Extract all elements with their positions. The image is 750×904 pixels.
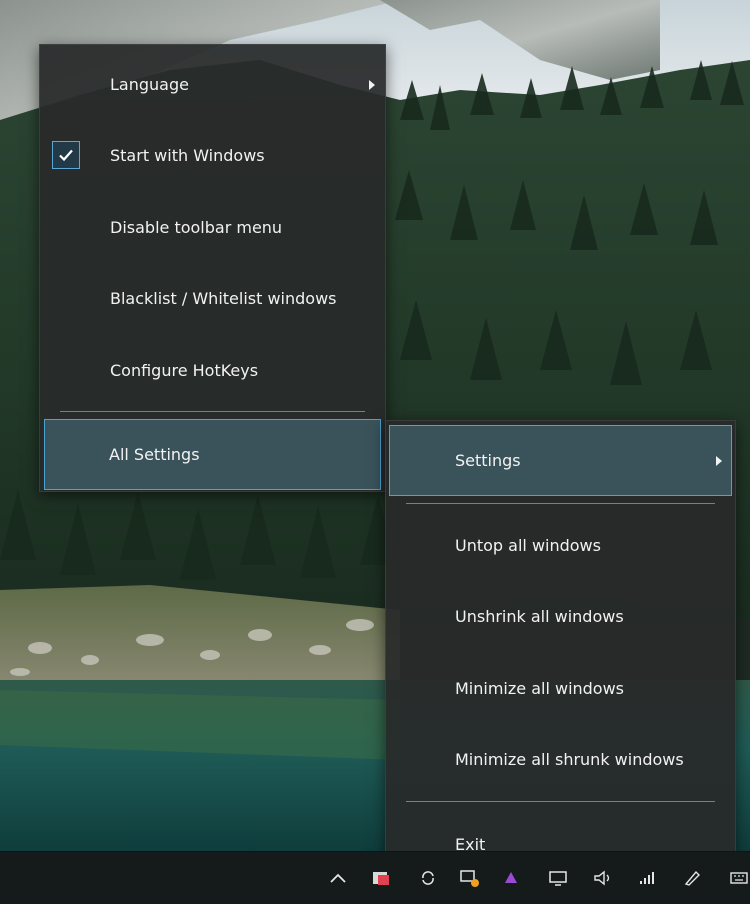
menu-separator [406, 801, 715, 802]
menu-item-label: Language [110, 75, 189, 94]
app-red-icon[interactable] [370, 866, 392, 890]
menu-item-untop-all-windows[interactable]: Untop all windows [386, 510, 735, 581]
menu-item-minimize-all-shrunk-windows[interactable]: Minimize all shrunk windows [386, 724, 735, 795]
menu-item-label: Configure HotKeys [110, 361, 259, 380]
menu-item-blacklist-whitelist[interactable]: Blacklist / Whitelist windows [40, 263, 385, 334]
sync-icon[interactable] [418, 866, 438, 890]
menu-item-label: Untop all windows [455, 536, 601, 555]
menu-item-label: Disable toolbar menu [110, 218, 283, 237]
menu-item-configure-hotkeys[interactable]: Configure HotKeys [40, 335, 385, 406]
tray-context-menu: Settings Untop all windows Unshrink all … [385, 420, 736, 882]
menu-item-settings[interactable]: Settings [389, 425, 732, 496]
submenu-arrow-icon [369, 80, 375, 90]
menu-item-unshrink-all-windows[interactable]: Unshrink all windows [386, 581, 735, 652]
menu-item-start-with-windows[interactable]: Start with Windows [40, 120, 385, 191]
checkmark-icon [52, 141, 80, 169]
submenu-arrow-icon [716, 456, 722, 466]
network-icon[interactable] [636, 866, 660, 890]
vpn-icon[interactable] [500, 866, 522, 890]
menu-item-language[interactable]: Language [40, 49, 385, 120]
tray-settings-menu: Language Start with Windows Disable tool… [39, 44, 386, 492]
menu-item-minimize-all-windows[interactable]: Minimize all windows [386, 653, 735, 724]
menu-item-label: Settings [455, 451, 521, 470]
menu-separator [60, 411, 365, 412]
menu-separator [406, 503, 715, 504]
menu-item-all-settings[interactable]: All Settings [44, 419, 381, 490]
chat-icon[interactable] [458, 866, 482, 890]
chevron-up-icon[interactable] [326, 866, 350, 890]
monitor-icon[interactable] [546, 866, 570, 890]
keyboard-icon[interactable] [728, 866, 750, 890]
menu-item-disable-toolbar-menu[interactable]: Disable toolbar menu [40, 192, 385, 263]
menu-item-label: Minimize all windows [455, 679, 625, 698]
menu-item-label: Minimize all shrunk windows [455, 750, 684, 769]
menu-item-label: Unshrink all windows [455, 607, 624, 626]
menu-item-label: All Settings [109, 445, 200, 464]
pen-icon[interactable] [680, 866, 704, 890]
taskbar [0, 851, 750, 904]
menu-item-label: Blacklist / Whitelist windows [110, 289, 337, 308]
menu-item-label: Start with Windows [110, 146, 265, 165]
volume-icon[interactable] [590, 866, 616, 890]
